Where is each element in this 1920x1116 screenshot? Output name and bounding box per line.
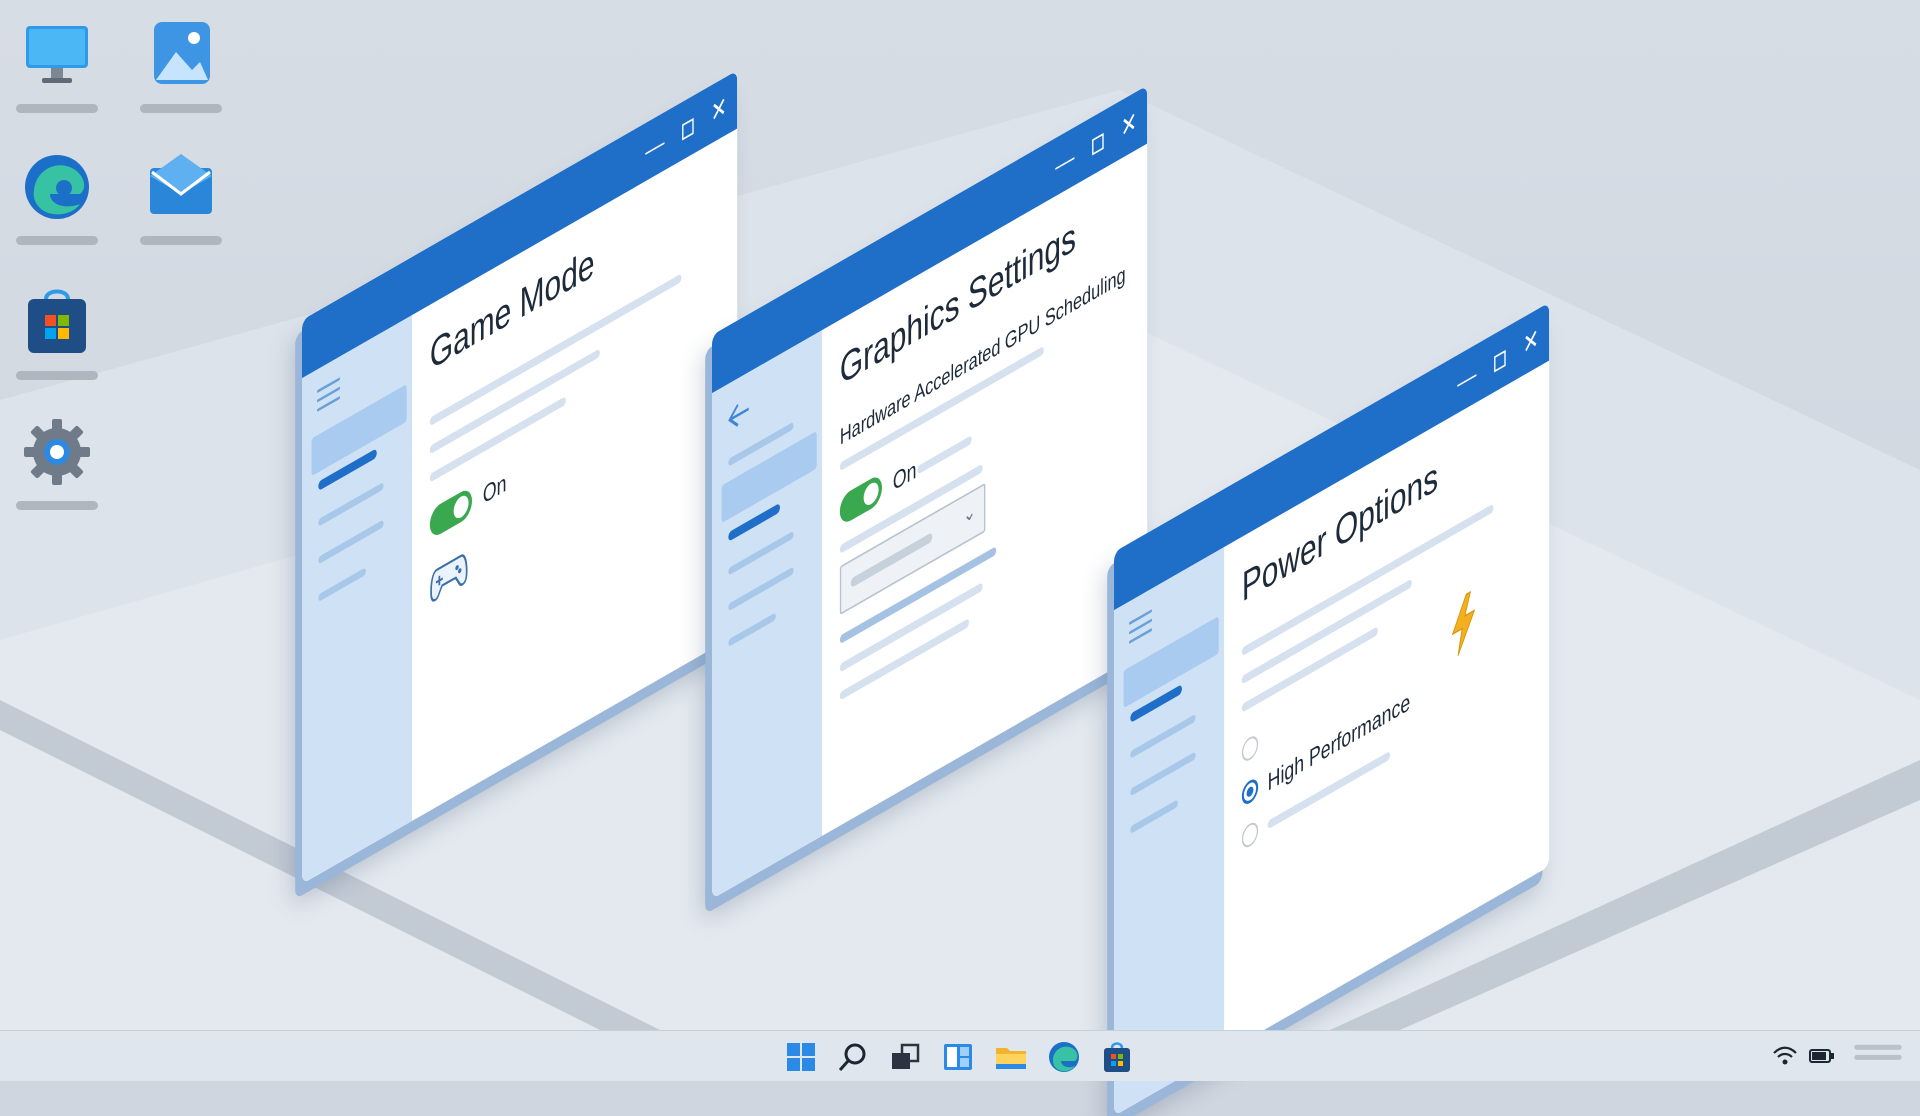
game-mode-toggle[interactable] bbox=[429, 485, 472, 540]
maximize-button[interactable] bbox=[1488, 337, 1511, 382]
photos-icon bbox=[154, 22, 210, 84]
close-button[interactable]: ✕ bbox=[1117, 102, 1140, 147]
desktop-icon-store[interactable] bbox=[12, 285, 102, 395]
task-view-icon[interactable] bbox=[888, 1040, 922, 1074]
toggle-knob bbox=[863, 479, 879, 509]
start-icon[interactable] bbox=[784, 1040, 818, 1074]
maximize-icon bbox=[1493, 350, 1506, 373]
sidebar-item[interactable] bbox=[318, 519, 384, 565]
gamepad-icon bbox=[430, 554, 468, 602]
store-icon bbox=[28, 289, 86, 353]
store-icon[interactable] bbox=[1100, 1040, 1134, 1074]
maximize-button[interactable] bbox=[676, 105, 699, 150]
desktop-icon-settings[interactable] bbox=[12, 415, 102, 525]
desktop-icon-photos[interactable] bbox=[136, 18, 226, 128]
minimize-button[interactable]: — bbox=[643, 124, 666, 169]
wifi-icon[interactable] bbox=[1772, 1045, 1798, 1067]
edge-icon[interactable] bbox=[1047, 1040, 1081, 1074]
desktop-icon-label bbox=[16, 371, 98, 380]
desktop-icon-label bbox=[140, 104, 222, 113]
sidebar-item[interactable] bbox=[1130, 713, 1196, 759]
chevron-down-icon: ⌄ bbox=[963, 497, 976, 529]
gpu-scheduling-toggle[interactable] bbox=[839, 472, 882, 527]
maximize-icon bbox=[1091, 133, 1104, 156]
widgets-icon[interactable] bbox=[941, 1040, 975, 1074]
taskbar bbox=[0, 1030, 1920, 1081]
desktop-icon-label bbox=[16, 104, 98, 113]
this-pc-icon bbox=[26, 26, 88, 83]
file-explorer-icon[interactable] bbox=[994, 1040, 1028, 1074]
maximize-icon bbox=[681, 118, 694, 141]
desktop-icon-this-pc[interactable] bbox=[12, 18, 102, 128]
menu-icon[interactable] bbox=[1848, 1043, 1908, 1065]
search-icon[interactable] bbox=[836, 1040, 870, 1074]
sidebar-item[interactable] bbox=[728, 530, 794, 576]
desktop-icon-label bbox=[140, 236, 222, 245]
desktop-icon-edge[interactable] bbox=[12, 150, 102, 260]
hamburger-menu-icon[interactable] bbox=[316, 377, 341, 417]
lightning-icon bbox=[1451, 590, 1476, 656]
desktop-icon-label bbox=[16, 501, 98, 510]
sidebar-item[interactable] bbox=[318, 481, 384, 527]
sidebar-item[interactable] bbox=[1130, 751, 1196, 797]
sidebar-item[interactable] bbox=[728, 566, 794, 612]
back-arrow-icon[interactable] bbox=[727, 393, 751, 435]
toggle-label: On bbox=[482, 467, 507, 510]
close-button[interactable]: ✕ bbox=[707, 87, 730, 132]
toggle-label: On bbox=[892, 454, 917, 497]
battery-icon[interactable] bbox=[1808, 1045, 1836, 1067]
minimize-button[interactable]: — bbox=[1053, 139, 1076, 184]
sidebar bbox=[712, 330, 823, 899]
settings-icon bbox=[24, 419, 90, 485]
close-button[interactable]: ✕ bbox=[1519, 319, 1542, 364]
mail-icon bbox=[150, 154, 212, 214]
hamburger-menu-icon[interactable] bbox=[1128, 609, 1153, 649]
power-plan-radio[interactable] bbox=[1241, 732, 1259, 765]
minimize-button[interactable]: — bbox=[1455, 356, 1478, 401]
sidebar bbox=[302, 315, 413, 884]
sidebar-item[interactable] bbox=[728, 612, 776, 648]
desktop-icon-label bbox=[16, 236, 98, 245]
power-plan-radio-selected[interactable] bbox=[1241, 775, 1259, 808]
power-plan-radio[interactable] bbox=[1241, 819, 1259, 851]
toggle-knob bbox=[453, 492, 469, 522]
edge-icon bbox=[25, 155, 89, 219]
sidebar-item[interactable] bbox=[318, 567, 366, 603]
desktop-icon-mail[interactable] bbox=[136, 150, 226, 260]
sidebar-item[interactable] bbox=[1130, 799, 1178, 835]
text-placeholder bbox=[917, 435, 972, 475]
maximize-button[interactable] bbox=[1086, 120, 1109, 165]
